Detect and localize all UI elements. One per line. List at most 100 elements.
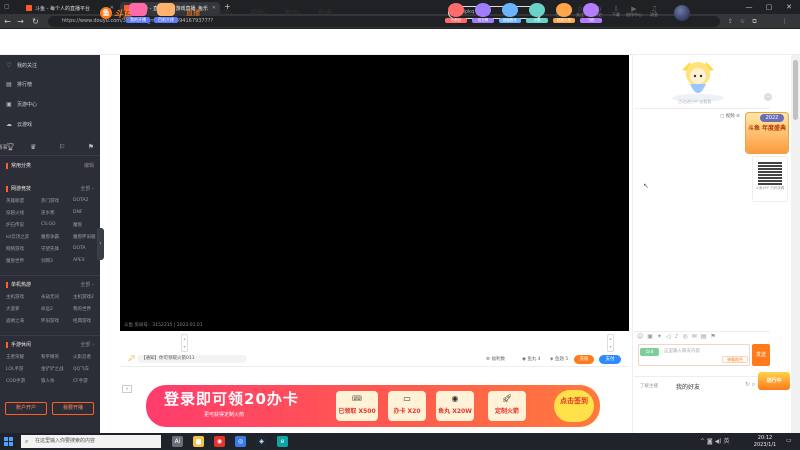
category-link[interactable]: 穿越火线 [6, 210, 41, 216]
forward-icon[interactable]: → [15, 16, 26, 27]
ad-cta-button[interactable]: 点击签到 [554, 390, 594, 422]
extensions-icon[interactable]: ⧉ [750, 17, 759, 26]
float-activity-button[interactable]: 进行中 [758, 372, 790, 390]
gift-left-2[interactable]: 目前大佬 [154, 3, 178, 25]
system-tray[interactable]: ^ ◙ ◀) 英 [700, 436, 730, 445]
category-link[interactable]: 炉石传说 [6, 222, 41, 228]
maximize-button[interactable]: ▢ [760, 0, 778, 14]
weibo-icon[interactable]: ◉ [214, 436, 225, 447]
user-avatar[interactable] [674, 5, 690, 21]
minimize-button[interactable]: — [740, 0, 758, 14]
category-link[interactable]: 金铲铲之战 [41, 366, 73, 372]
send-button[interactable]: 发送 [752, 344, 770, 366]
gift-left-1[interactable]: 我的开播 [126, 3, 150, 25]
ad-banner[interactable]: 登录即可领20办卡 更可获得定制火箭 🎟︎ 已领取 X500 ▭ 办卡 X20 ◉ 鱼… [146, 385, 600, 427]
category-link[interactable]: 主机游戏 [6, 294, 41, 300]
steam-icon[interactable]: ◈ [256, 436, 267, 447]
chat-control-icon[interactable]: ⚑ [710, 333, 715, 340]
shirt-icon[interactable]: ⚑ [88, 143, 94, 151]
category-link[interactable]: 怀旧游戏 [41, 318, 73, 324]
level-badge[interactable]: LV.8 [640, 348, 659, 356]
nav-games[interactable]: 游戏▾ [284, 8, 300, 18]
category-link[interactable]: 狼人杀 [41, 378, 73, 384]
gift-scroll-arrows[interactable]: ▴ ▾ [181, 334, 188, 352]
gift-item[interactable]: 火箭 [526, 3, 548, 25]
danmaku-color-button[interactable]: 弹幕颜色 [722, 356, 748, 363]
category-link[interactable]: 火影忍者 [73, 354, 96, 360]
category-link[interactable]: 我的世界 [73, 306, 96, 312]
category-link[interactable]: lol云顶之弈 [6, 234, 41, 240]
gift-item[interactable]: 超级跑车 [499, 3, 521, 25]
category-link[interactable]: 守望先锋 [41, 246, 73, 252]
nav-category[interactable]: 分类▾ [216, 8, 232, 18]
reload-icon[interactable]: ↻ [30, 16, 41, 27]
gift-item[interactable]: 超级火箭 [553, 3, 575, 25]
category-link[interactable]: 热门游戏 [41, 198, 73, 204]
category-link[interactable]: 剑网3 [41, 258, 73, 264]
chat-control-icon[interactable]: ✦ [657, 333, 662, 340]
category-link[interactable]: DNF [73, 210, 96, 216]
gift-item[interactable]: 荧光棒 [472, 3, 494, 25]
chat-control-icon[interactable]: ☺ [637, 333, 643, 340]
ai-icon[interactable]: Ai [172, 436, 183, 447]
video-player[interactable] [120, 55, 629, 331]
section-more-button[interactable]: 编辑 [84, 162, 94, 169]
medal-icon[interactable]: ♛ [30, 143, 36, 151]
folder-icon[interactable]: ▆ [193, 436, 204, 447]
header-message[interactable]: ♫ 消息 [644, 6, 664, 18]
category-link[interactable]: QQ飞车 [73, 366, 96, 372]
fans-label[interactable]: 了解主播 [640, 383, 658, 389]
sidebar-item-rank[interactable]: ▤ 排行榜 [6, 79, 32, 89]
header-download[interactable]: ⇩ 下载 [606, 6, 626, 18]
category-link[interactable]: 网络游戏 [6, 246, 41, 252]
nav-live[interactable]: 直播 [186, 8, 200, 18]
pay-button[interactable]: 支付 [599, 355, 621, 364]
category-link[interactable]: 魔兽世界 [6, 258, 41, 264]
gift-scroll-arrows-right[interactable]: ▴ ▾ [607, 334, 614, 352]
windows-start-icon[interactable] [4, 437, 13, 446]
category-link[interactable]: 主机游戏2 [73, 294, 96, 300]
favorite-icon[interactable]: ☆ [738, 17, 747, 26]
friends-actions[interactable]: ↻ ⌕ [745, 381, 755, 389]
gift-item[interactable]: 飞机 [580, 3, 602, 25]
scrollbar-thumb[interactable] [793, 60, 798, 120]
sidebar-collapse-button[interactable]: ‹ [97, 228, 104, 260]
category-link[interactable]: 魔兽争霸 [41, 234, 73, 240]
chat-control-icon[interactable]: ◎ [682, 333, 687, 340]
chat-control-icon[interactable]: ▣ [647, 333, 653, 340]
category-link[interactable]: 魔兽 [73, 222, 96, 228]
stat-welfare[interactable]: ⚙ 福利数 [486, 356, 505, 362]
section-more-button[interactable]: 全部 › [80, 281, 94, 288]
sidebar-item-cloudgame[interactable]: ☁ 云游戏 [6, 119, 32, 129]
sidebar-item-webgame[interactable]: ▣ 页游中心 [6, 99, 37, 109]
mascot-illustration[interactable] [668, 58, 728, 102]
nav-video[interactable]: 视频▾ [250, 8, 266, 18]
start-stream-button[interactable]: 我要开播 [52, 402, 94, 415]
chrome-icon[interactable]: ◎ [235, 436, 246, 447]
gift-icon[interactable]: ⚐ [59, 143, 65, 151]
category-link[interactable]: 和平精英 [41, 354, 73, 360]
edge-icon[interactable]: e [277, 436, 288, 447]
chat-control-icon[interactable]: ♪ [675, 333, 679, 340]
open-account-button[interactable]: 账户开户 [5, 402, 47, 415]
chat-control-icon[interactable]: ✉ [692, 333, 697, 340]
nav-fishbar[interactable]: 鱼吧 [318, 8, 332, 18]
category-link[interactable]: 命运2 [41, 306, 73, 312]
collapse-icon[interactable]: − [764, 93, 772, 101]
recharge-button[interactable]: 充值 [574, 355, 594, 364]
section-more-button[interactable]: 全部 › [80, 185, 94, 192]
section-more-button[interactable]: 全部 › [80, 341, 94, 348]
stat-fishball[interactable]: ◉ 鱼丸 4 [522, 356, 541, 362]
chat-control-icon[interactable]: ▤ [701, 333, 707, 340]
category-link[interactable]: DOTA2 [73, 198, 96, 204]
clock[interactable]: 20:12 2023/1/1 [748, 435, 782, 448]
share-icon[interactable]: ⇪ [726, 17, 735, 26]
chat-control-icon[interactable]: ◁ [666, 333, 671, 340]
app-qr-panel[interactable]: 斗鱼APP 扫码观看 [752, 156, 788, 202]
ad-close-button[interactable]: × [122, 385, 132, 393]
category-link[interactable]: 盗贼之海 [6, 318, 41, 324]
gift-item[interactable]: 小粉丝 [445, 3, 467, 25]
more-icon[interactable]: ⋮ [780, 17, 789, 26]
chat-tabs[interactable]: ▢ 视频 ≡ [720, 113, 740, 119]
taskbar-search[interactable]: ⌕ 在这里输入你要搜索的内容 [21, 435, 161, 448]
